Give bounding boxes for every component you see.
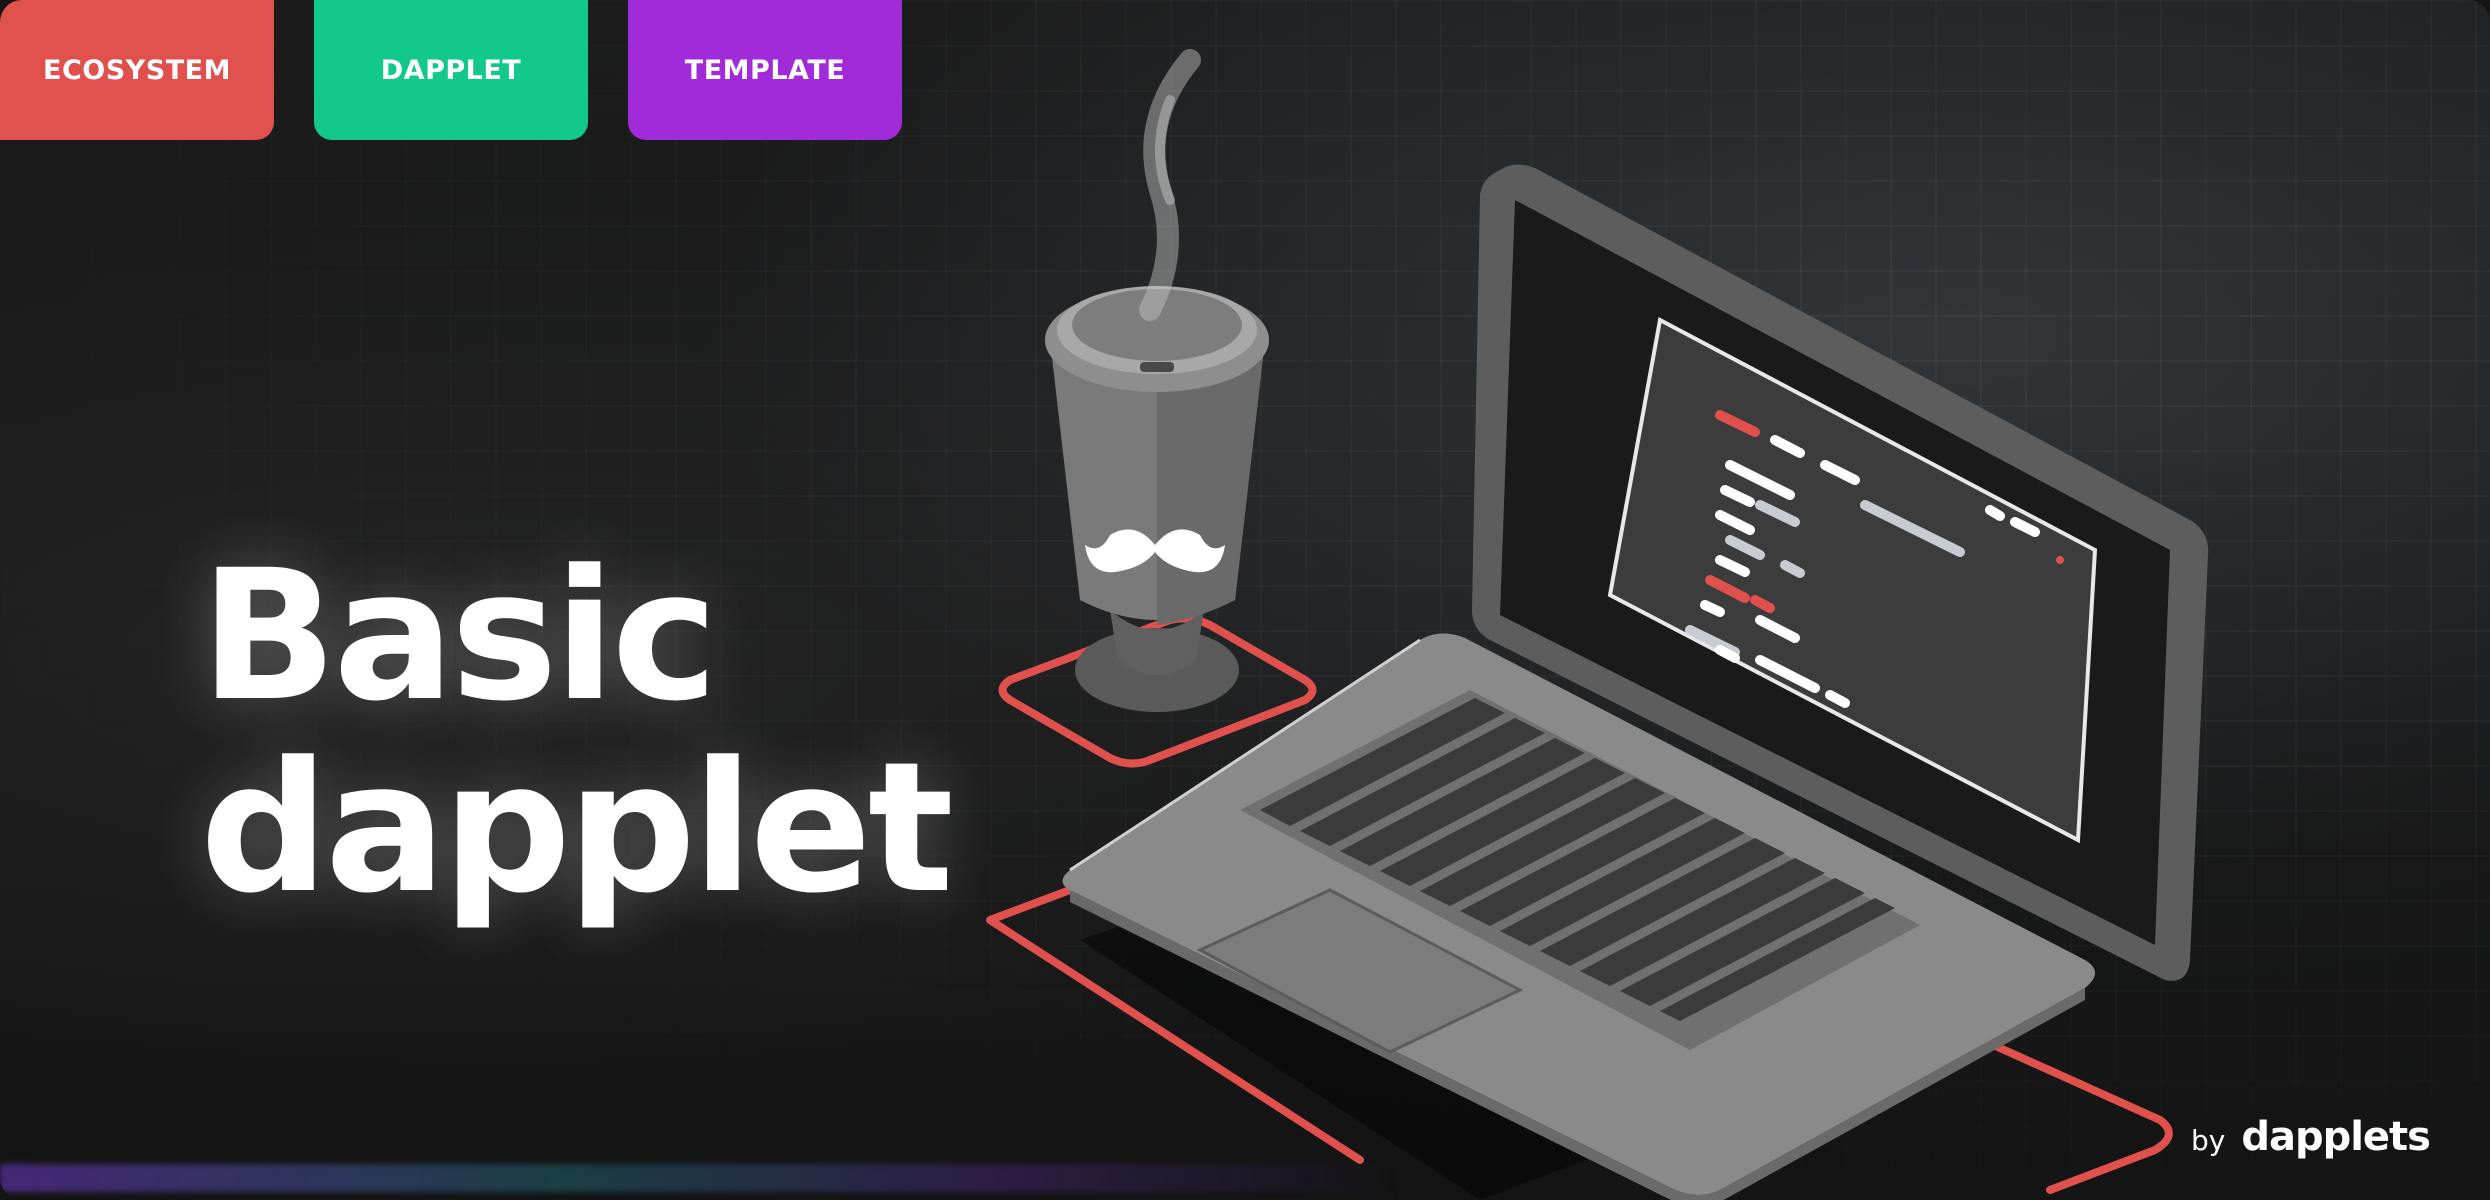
tag-dapplet[interactable]: DAPPLET <box>314 0 588 140</box>
brand-signature: by dapplets <box>2190 1114 2431 1160</box>
tag-template[interactable]: TEMPLATE <box>628 0 902 140</box>
headline-line-1: Basic <box>200 531 718 741</box>
illustration <box>986 49 2209 1200</box>
headline-line-2: dapplet <box>200 723 954 933</box>
coffee-cup-icon <box>998 49 1317 768</box>
brand-by: by <box>2190 1124 2226 1157</box>
brand-logo-text: dapplets <box>2241 1114 2431 1160</box>
headline: Basic dapplet <box>200 531 954 933</box>
tag-list: ECOSYSTEM DAPPLET TEMPLATE <box>0 0 902 140</box>
banner: ECOSYSTEM DAPPLET TEMPLATE Basic dapplet <box>0 0 2490 1200</box>
tag-ecosystem[interactable]: ECOSYSTEM <box>0 0 274 140</box>
